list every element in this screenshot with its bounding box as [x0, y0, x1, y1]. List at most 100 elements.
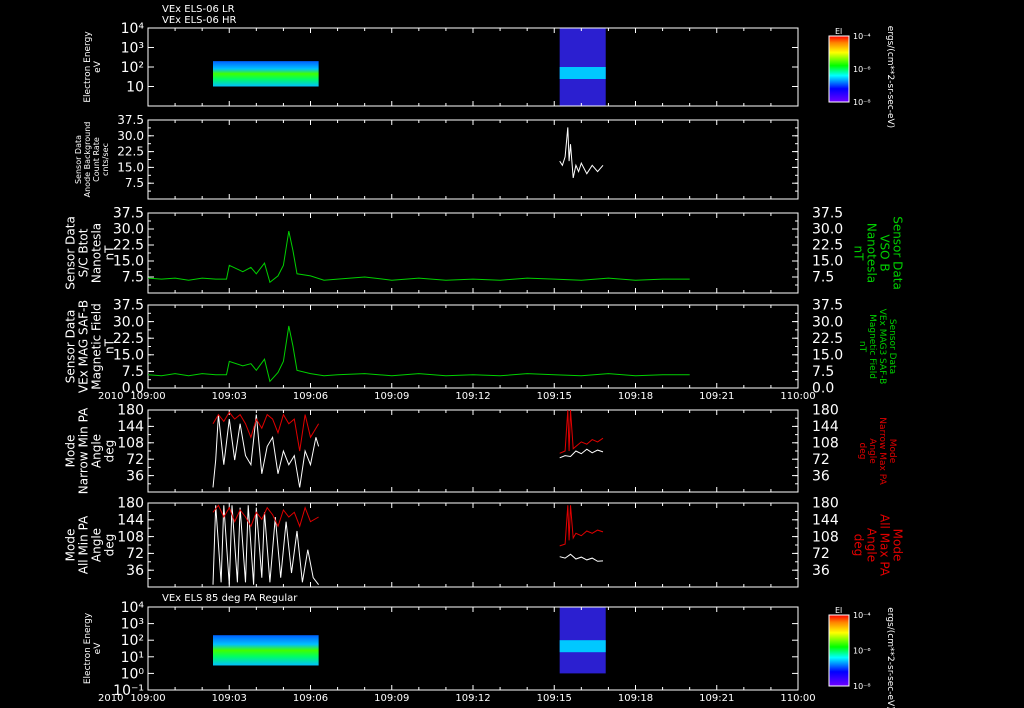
x-tick-label: 109:00	[130, 693, 165, 704]
x-tick-label: 109:00	[130, 391, 165, 402]
y-tick-label-right: 7.5	[812, 270, 834, 286]
x-tick-label: 109:21	[699, 693, 734, 704]
series-line	[147, 325, 690, 383]
x-tick-label: 109:09	[374, 391, 409, 402]
ylabel-right-p5-line: Narrow Max PA	[877, 417, 887, 485]
y-tick-label: 30.0	[113, 314, 144, 330]
series-line	[559, 505, 604, 547]
ylabel-left-p3-line: Nanotesla	[90, 223, 104, 283]
y-tick-label: 7.5	[122, 364, 144, 380]
y-tick-label: 15.0	[113, 347, 144, 363]
y-tick-label-right: 36	[812, 563, 830, 579]
colorbar-label: El	[835, 606, 842, 615]
ylabel-right-p5-line: Angle	[867, 438, 877, 464]
ylabel-right-p4: Sensor DataVEx MAG3 SAF-BMagnetic Fieldn…	[857, 309, 897, 385]
ylabel-left-p5: Mode Narrow Min PA Angle deg	[64, 407, 117, 494]
y-tick-label-right: 72	[812, 546, 830, 562]
y-tick-label: 72	[126, 452, 144, 468]
ylabel-right-p4-line: nT	[857, 341, 867, 353]
y-tick-label-right: 37.5	[812, 206, 843, 222]
ylabel-left-p5-line: Angle	[90, 434, 104, 468]
colorbar-tick-label: 10⁻⁸	[853, 682, 871, 691]
x-axis-year: 2010	[98, 693, 123, 704]
ylabel-left-p6-line: Mode	[64, 529, 78, 562]
panel-frame	[147, 304, 799, 389]
x-tick-label: 109:06	[293, 693, 328, 704]
y-tick-label: 180	[117, 496, 144, 512]
y-tick-label: 10³	[121, 617, 144, 633]
x-tick-label: 110:00	[780, 391, 815, 402]
y-tick-label: 72	[126, 546, 144, 562]
panel-p7: 10⁴10³10²10¹10⁰10⁻¹VEx ELS 85 deg PA Reg…	[113, 593, 799, 699]
colorbar-tick-label: 10⁻⁸	[853, 98, 871, 107]
x-axis-year: 2010	[98, 391, 123, 402]
ylabel-left-p6-line: Angle	[90, 528, 104, 562]
ylabel-right-p4-line: Sensor Data	[887, 319, 897, 374]
ylabel-left-p2-line: Anode Background	[83, 122, 92, 198]
panel-p1: 10⁴ 10³ 10² 10 VEx ELS-06 LRVEx ELS-06 HR	[121, 4, 799, 107]
ylabel-left-p2-line: cnts/sec	[101, 143, 110, 176]
y-tick-label: 36	[126, 468, 144, 484]
y-tick-label: 7.5	[122, 270, 144, 286]
panel-title: VEx ELS-06 LR	[162, 4, 235, 15]
colorbar-label: El	[835, 27, 842, 36]
y-tick-label: 180	[117, 403, 144, 419]
y-tick-label-right: 30.0	[812, 314, 843, 330]
y-tick-label: 144	[117, 512, 144, 528]
panel-frame	[147, 212, 799, 294]
ylabel-right-p3: Sensor DataVSO BNanoteslanT	[852, 216, 905, 290]
ylabel-left-p4: Sensor Data VEx MAG SAF-B Magnetic Field nT	[64, 300, 117, 393]
x-tick-label: 109:15	[537, 391, 572, 402]
colorbar-p1: El 10⁻⁴ 10⁻⁶ 10⁻⁸	[828, 27, 871, 107]
ylabel-right-p5-line: Mode	[887, 439, 897, 464]
y-tick-label: 10⁴	[121, 21, 145, 37]
colorbar-tick-label: 10⁻⁴	[853, 611, 871, 620]
x-tick-label: 109:15	[537, 693, 572, 704]
ylabel-left-p4-line: Magnetic Field	[90, 303, 104, 389]
ylabel-left-p4-line: VEx MAG SAF-B	[77, 300, 91, 393]
ylabel-left-p3: Sensor Data S/C Btot Nanotesla nT	[64, 216, 117, 290]
panel-p4: 37.5 37.530.0 30.022.5 22.515.0 15.07.5 7.50.…	[113, 298, 843, 397]
y-tick-label: 37.5	[117, 113, 144, 127]
series-line	[212, 411, 320, 452]
ylabel-left-p2-line: Sensor Data	[74, 135, 83, 184]
series-line	[147, 230, 690, 284]
plot-canvas: 10⁴10³10²10VEx ELS-06 LRVEx ELS-06 HREle…	[64, 4, 905, 708]
ylabel-right-p5: ModeNarrow Max PAAngledeg	[857, 417, 897, 485]
ylabel-left-p6-line: deg	[103, 534, 117, 557]
ylabel-left-p1: Electron Energy eV	[83, 31, 103, 103]
y-tick-label-right: 180	[812, 496, 839, 512]
colorbar-p7: El 10⁻⁴ 10⁻⁶ 10⁻⁸	[828, 606, 871, 691]
x-tick-label: 109:21	[699, 391, 734, 402]
y-tick-label-right: 180	[812, 403, 839, 419]
colorbar-tick-label: 10⁻⁶	[853, 647, 871, 656]
ylabel-left-p2-line: Count Rate	[92, 137, 101, 182]
x-tick-label: 109:12	[455, 391, 490, 402]
ylabel-left-p5-line: Mode	[64, 435, 78, 468]
colorbar-units-text: ergs/(cm**2-sr-sec-eV)	[885, 607, 895, 708]
ylabel-right-p3-line: VSO B	[878, 234, 892, 271]
y-tick-label-right: 22.5	[812, 238, 843, 254]
x-tick-label: 110:00	[780, 693, 815, 704]
y-tick-label: 22.5	[113, 238, 144, 254]
y-tick-label: 7.5	[125, 176, 144, 190]
ylabel-left-p2: Sensor Data Anode Background Count Rate cnt…	[74, 122, 110, 198]
ylabel-right-p5-line: deg	[857, 443, 867, 460]
y-tick-label: 10³	[121, 41, 144, 57]
y-tick-label-right: 108	[812, 529, 839, 545]
ylabel-right-p6-line: All Max PA	[878, 514, 892, 577]
y-tick-label: 144	[117, 419, 144, 435]
y-tick-label: 30.0	[117, 129, 144, 143]
ylabel-left-p5-line: deg	[103, 440, 117, 463]
panel-p6: 180 180144 144108 10872 7236 36	[117, 496, 839, 588]
y-tick-label-right: 72	[812, 452, 830, 468]
y-tick-label: 10²	[121, 633, 144, 649]
series-line	[212, 414, 320, 488]
ylabel-right-p4-line: VEx MAG3 SAF-B	[877, 309, 887, 385]
y-tick-label: 37.5	[113, 206, 144, 222]
series-line	[559, 409, 604, 454]
y-tick-label: 15.0	[113, 254, 144, 270]
ylabel-left-p7-line: Electron Energy	[83, 612, 93, 684]
x-tick-label: 109:06	[293, 391, 328, 402]
y-tick-label-right: 7.5	[812, 364, 834, 380]
